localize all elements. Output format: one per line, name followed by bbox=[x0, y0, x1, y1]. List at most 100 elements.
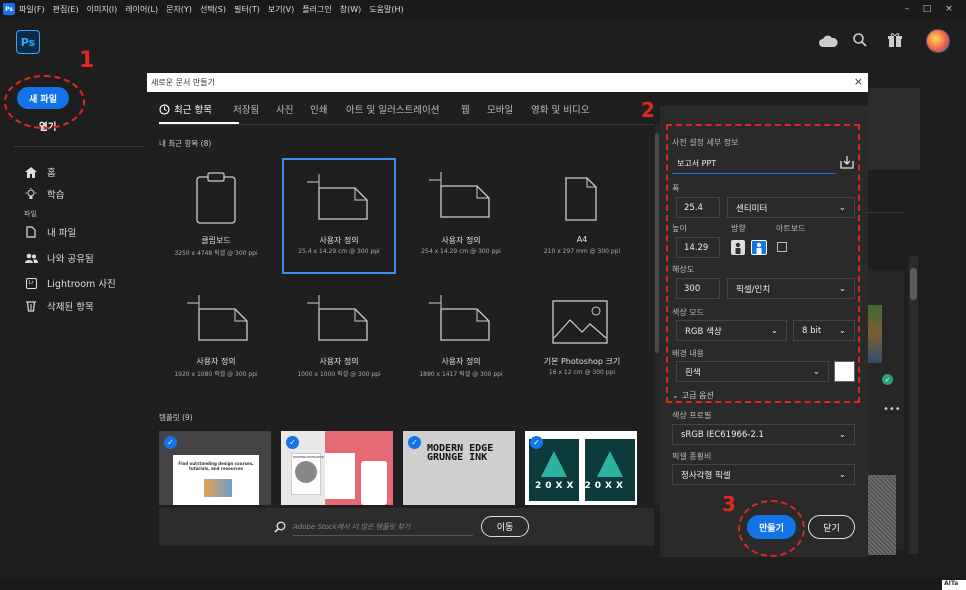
custom-doc-icon bbox=[429, 172, 490, 218]
annotation-number-1: 1 bbox=[79, 48, 95, 73]
nav-home[interactable]: 홈 bbox=[24, 165, 56, 179]
recent-header: 내 최근 항목 (8) bbox=[159, 139, 212, 148]
dialog-title: 새로운 문서 만들기 bbox=[151, 78, 215, 87]
preset-card[interactable]: 기본 Photoshop 크기 16 x 12 cm @ 300 ppi bbox=[525, 281, 639, 397]
image-icon bbox=[552, 300, 608, 344]
menu-bar: Ps 파일(F) 편집(E) 이미지(I) 레이어(L) 문자(Y) 선택(S)… bbox=[0, 0, 966, 18]
synced-check-icon: ✓ bbox=[882, 374, 893, 385]
tab-photo[interactable]: 사진 bbox=[276, 102, 293, 116]
chevron-down-icon: ⌄ bbox=[838, 469, 846, 480]
tab-art-illustration[interactable]: 아트 및 일러스트레이션 bbox=[346, 102, 439, 116]
cloud-icon[interactable] bbox=[818, 34, 838, 51]
stock-search-bar: Adobe Stock에서 더 많은 템플릿 찾기 이동 bbox=[159, 508, 654, 546]
tab-mobile[interactable]: 모바일 bbox=[487, 102, 513, 116]
menu-file[interactable]: 파일(F) bbox=[19, 4, 45, 15]
preset-card[interactable]: 사용자 정의 254 x 14.29 cm @ 300 ppi bbox=[404, 158, 518, 274]
tab-web[interactable]: 웹 bbox=[461, 102, 470, 116]
template-text: 20XX 20XX bbox=[535, 481, 627, 491]
go-button[interactable]: 이동 bbox=[481, 516, 529, 537]
divider bbox=[14, 146, 144, 147]
annotation-circle-3 bbox=[738, 500, 805, 557]
photoshop-logo[interactable]: Ps bbox=[16, 30, 40, 54]
check-icon: ✓ bbox=[164, 436, 177, 449]
menu-type[interactable]: 문자(Y) bbox=[166, 4, 192, 15]
status-bar bbox=[0, 578, 966, 590]
divider bbox=[159, 124, 654, 125]
menu-plugins[interactable]: 플러그인 bbox=[302, 4, 331, 15]
people-icon bbox=[24, 253, 38, 264]
pixel-aspect-label: 픽셀 종횡비 bbox=[672, 452, 712, 461]
nav-lightroom-label: Lightroom 사진 bbox=[47, 279, 116, 290]
nav-learn-label: 학습 bbox=[47, 190, 65, 201]
nav-learn[interactable]: 학습 bbox=[24, 187, 64, 201]
nav-my-files[interactable]: 내 파일 bbox=[24, 225, 76, 239]
custom-doc-icon bbox=[307, 295, 368, 341]
window-close-button[interactable]: × bbox=[939, 1, 959, 17]
annotation-number-2: 2 bbox=[641, 98, 655, 122]
color-profile-select[interactable]: sRGB IEC61966-2.1 ⌄ bbox=[672, 424, 855, 445]
trash-icon bbox=[24, 300, 38, 312]
tab-recent[interactable]: 최근 항목 bbox=[159, 102, 212, 116]
chevron-down-icon: ⌄ bbox=[838, 429, 846, 440]
pixel-aspect-select[interactable]: 정사각형 픽셀 ⌄ bbox=[672, 464, 855, 485]
annotation-circle-1 bbox=[4, 75, 85, 129]
template-text: MODERN ENTRANCE bbox=[293, 455, 324, 459]
files-section-label: 파일 bbox=[24, 210, 37, 218]
check-icon: ✓ bbox=[408, 436, 421, 449]
template-text: Find outstanding design courses, tutoria… bbox=[178, 461, 254, 471]
close-button[interactable]: 닫기 bbox=[808, 515, 855, 539]
stock-search-input[interactable]: Adobe Stock에서 더 많은 템플릿 찾기 bbox=[293, 522, 473, 536]
thumbnail-image bbox=[868, 305, 882, 363]
menu-view[interactable]: 보기(V) bbox=[268, 4, 294, 15]
home-icon bbox=[24, 166, 38, 178]
nav-my-files-label: 내 파일 bbox=[47, 228, 77, 239]
check-icon: ✓ bbox=[286, 436, 299, 449]
nav-shared[interactable]: 나와 공유됨 bbox=[24, 251, 94, 265]
gift-icon[interactable] bbox=[887, 32, 903, 51]
nav-shared-label: 나와 공유됨 bbox=[47, 254, 94, 265]
minimize-button[interactable]: – bbox=[897, 1, 917, 17]
search-icon[interactable] bbox=[852, 32, 868, 51]
color-profile-label: 색상 프로필 bbox=[672, 411, 712, 420]
nav-home-label: 홈 bbox=[47, 168, 56, 179]
dialog-close-icon[interactable]: × bbox=[854, 75, 863, 88]
home-scrollbar[interactable] bbox=[909, 256, 918, 554]
file-icon bbox=[24, 226, 38, 238]
doc-icon bbox=[565, 177, 597, 221]
annotation-box-2 bbox=[666, 124, 860, 403]
corner-label: AITa bbox=[942, 580, 966, 590]
preset-card[interactable]: A4 210 x 297 mm @ 300 ppi bbox=[525, 158, 639, 274]
preset-card[interactable]: 사용자 정의 1920 x 1080 픽셀 @ 300 ppi bbox=[159, 281, 273, 397]
lightroom-icon: Lr bbox=[24, 277, 38, 289]
check-icon: ✓ bbox=[530, 436, 543, 449]
custom-doc-icon bbox=[187, 295, 248, 341]
template-thumbnail[interactable]: MODERN ENTRANCE ✓ bbox=[281, 431, 393, 505]
avatar[interactable] bbox=[926, 29, 950, 53]
menu-layer[interactable]: 레이어(L) bbox=[125, 4, 158, 15]
preset-card[interactable]: 사용자 정의 1000 x 1000 픽셀 @ 300 ppi bbox=[282, 281, 396, 397]
lightbulb-icon bbox=[24, 188, 38, 200]
divider bbox=[868, 212, 904, 213]
template-text: MODERN EDGE GRUNGE INK bbox=[427, 443, 494, 463]
tab-film-video[interactable]: 영화 및 비디오 bbox=[531, 102, 589, 116]
menu-window[interactable]: 창(W) bbox=[340, 4, 362, 15]
tab-print[interactable]: 인쇄 bbox=[310, 102, 327, 116]
menu-edit[interactable]: 편집(E) bbox=[53, 4, 79, 15]
menu-select[interactable]: 선택(S) bbox=[200, 4, 226, 15]
nav-deleted[interactable]: 삭제된 항목 bbox=[24, 299, 94, 313]
nav-lightroom[interactable]: Lr Lightroom 사진 bbox=[24, 276, 116, 290]
tab-saved[interactable]: 저장됨 bbox=[233, 102, 259, 116]
clock-icon bbox=[159, 103, 170, 115]
template-thumbnail[interactable]: 20XX 20XX ✓ bbox=[525, 431, 637, 505]
photoshop-app-icon: Ps bbox=[3, 3, 15, 15]
menu-filter[interactable]: 필터(T) bbox=[234, 4, 260, 15]
preset-card[interactable]: 클립보드 3250 x 4748 픽셀 @ 300 ppi bbox=[159, 158, 273, 274]
maximize-button[interactable]: □ bbox=[917, 1, 937, 17]
preset-card[interactable]: 사용자 정의 1890 x 1417 픽셀 @ 300 ppi bbox=[404, 281, 518, 397]
menu-help[interactable]: 도움말(H) bbox=[369, 4, 403, 15]
template-thumbnail[interactable]: Find outstanding design courses, tutoria… bbox=[159, 431, 271, 505]
preset-card-selected[interactable]: 사용자 정의 25.4 x 14.29 cm @ 300 ppi bbox=[282, 158, 396, 274]
menu-image[interactable]: 이미지(I) bbox=[87, 4, 118, 15]
more-options-icon[interactable]: ••• bbox=[883, 404, 901, 415]
template-thumbnail[interactable]: MODERN EDGE GRUNGE INK ✓ bbox=[403, 431, 515, 505]
